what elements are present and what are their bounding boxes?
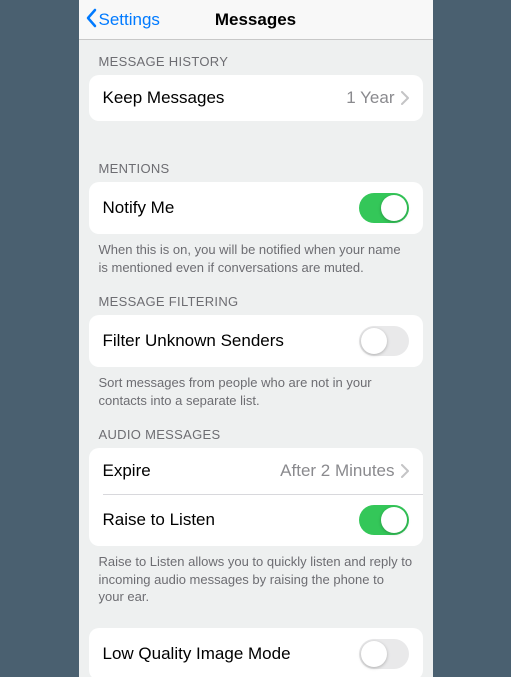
filter-unknown-label: Filter Unknown Senders <box>103 331 359 351</box>
row-low-quality: Low Quality Image Mode <box>89 628 423 677</box>
filtering-footer: Sort messages from people who are not in… <box>99 374 413 409</box>
raise-toggle[interactable] <box>359 505 409 535</box>
raise-label: Raise to Listen <box>103 510 359 530</box>
group-mentions: Notify Me <box>89 182 423 234</box>
mentions-footer: When this is on, you will be notified wh… <box>99 241 413 276</box>
row-expire[interactable]: Expire After 2 Minutes <box>89 448 423 494</box>
group-history: Keep Messages 1 Year <box>89 75 423 121</box>
low-quality-toggle[interactable] <box>359 639 409 669</box>
back-label: Settings <box>99 10 160 30</box>
notify-me-label: Notify Me <box>103 198 359 218</box>
keep-messages-label: Keep Messages <box>103 88 347 108</box>
group-image-mode: Low Quality Image Mode <box>89 628 423 677</box>
notify-me-toggle[interactable] <box>359 193 409 223</box>
row-filter-unknown: Filter Unknown Senders <box>89 315 423 367</box>
row-notify-me: Notify Me <box>89 182 423 234</box>
section-header-mentions: MENTIONS <box>99 161 413 176</box>
section-header-audio: AUDIO MESSAGES <box>99 427 413 442</box>
row-raise-to-listen: Raise to Listen <box>89 494 423 546</box>
navbar: Settings Messages <box>79 0 433 40</box>
section-header-filtering: MESSAGE FILTERING <box>99 294 413 309</box>
back-button[interactable]: Settings <box>85 0 160 40</box>
group-audio: Expire After 2 Minutes Raise to Listen <box>89 448 423 546</box>
group-filtering: Filter Unknown Senders <box>89 315 423 367</box>
page-title: Messages <box>215 10 296 30</box>
expire-value: After 2 Minutes <box>280 461 394 481</box>
low-quality-label: Low Quality Image Mode <box>103 644 359 664</box>
chevron-right-icon <box>401 91 409 105</box>
keep-messages-value: 1 Year <box>346 88 394 108</box>
filter-unknown-toggle[interactable] <box>359 326 409 356</box>
settings-screen: Settings Messages MESSAGE HISTORY Keep M… <box>79 0 433 677</box>
audio-footer: Raise to Listen allows you to quickly li… <box>99 553 413 606</box>
content-scroll[interactable]: MESSAGE HISTORY Keep Messages 1 Year MEN… <box>79 40 433 677</box>
expire-label: Expire <box>103 461 281 481</box>
chevron-right-icon <box>401 464 409 478</box>
chevron-left-icon <box>85 8 99 33</box>
section-header-history: MESSAGE HISTORY <box>99 54 413 69</box>
row-keep-messages[interactable]: Keep Messages 1 Year <box>89 75 423 121</box>
